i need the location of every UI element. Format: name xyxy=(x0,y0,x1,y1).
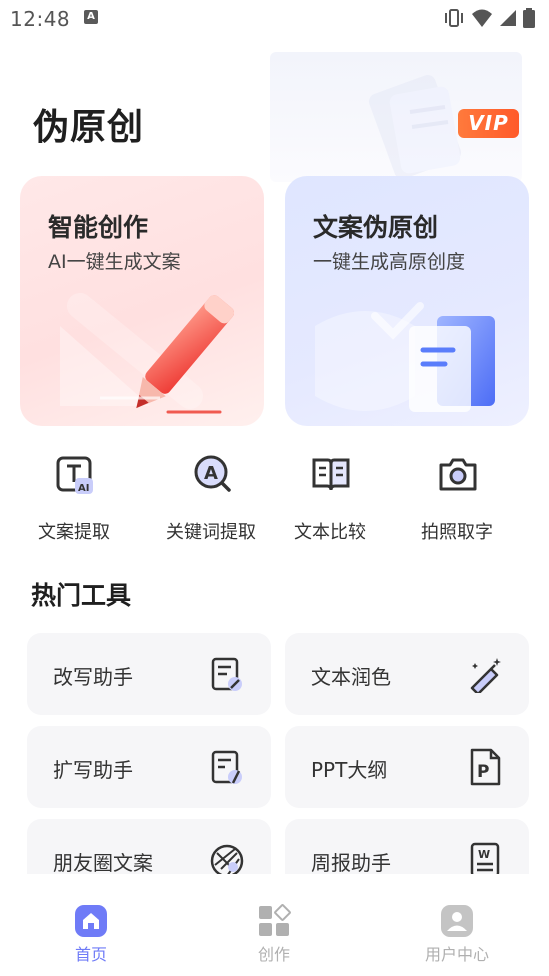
grid-icon xyxy=(259,904,291,936)
smart-create-card[interactable]: 智能创作 AI一键生成文案 xyxy=(20,176,264,426)
nav-create[interactable]: 创作 xyxy=(214,904,334,964)
quick-action-keyword[interactable]: A 关键词提取 xyxy=(146,452,276,547)
tool-label: 扩写助手 xyxy=(53,758,133,782)
vip-badge[interactable]: VIP xyxy=(458,109,519,138)
edit-note-icon xyxy=(211,657,242,691)
battery-icon xyxy=(523,8,535,28)
svg-text:W: W xyxy=(478,848,490,861)
nav-home-label: 首页 xyxy=(74,945,107,964)
keyword-search-icon: A xyxy=(194,455,231,492)
page-title: 伪原创 xyxy=(33,107,145,148)
svg-text:A: A xyxy=(204,463,218,484)
quick-action-label: 关键词提取 xyxy=(166,522,256,543)
rewrite-subtitle: 一键生成高原创度 xyxy=(313,251,466,273)
tool-rewrite-assistant[interactable]: 改写助手 xyxy=(27,633,271,715)
quick-action-compare[interactable]: 文本比较 xyxy=(265,452,395,547)
status-icons xyxy=(443,8,535,28)
tool-label: 文本润色 xyxy=(311,665,391,689)
home-icon xyxy=(75,905,107,937)
nav-create-label: 创作 xyxy=(257,945,290,964)
rewrite-title: 文案伪原创 xyxy=(313,213,439,242)
rewrite-card[interactable]: 文案伪原创 一键生成高原创度 xyxy=(285,176,529,426)
tool-label: 朋友圈文案 xyxy=(53,851,153,875)
smart-create-title: 智能创作 xyxy=(48,213,149,242)
quick-action-label: 拍照取字 xyxy=(421,522,493,543)
quick-action-label: 文案提取 xyxy=(38,522,110,543)
signal-icon xyxy=(500,10,516,26)
hot-tools-title: 热门工具 xyxy=(31,581,132,610)
wifi-icon xyxy=(472,9,492,27)
camera-icon xyxy=(439,458,477,491)
quick-action-text-extract[interactable]: AI 文案提取 xyxy=(9,452,139,547)
quick-action-label: 文本比较 xyxy=(294,522,366,543)
expand-note-icon xyxy=(211,750,242,784)
ppt-icon: P xyxy=(470,748,501,786)
bottom-nav: 首页 创作 用户中心 xyxy=(0,874,549,976)
tool-expand-assistant[interactable]: 扩写助手 xyxy=(27,726,271,808)
notification-a-icon: A xyxy=(84,10,98,24)
quick-action-photo-text[interactable]: 拍照取字 xyxy=(392,452,522,547)
svg-text:AI: AI xyxy=(78,483,89,494)
document-icon xyxy=(315,302,495,412)
tool-label: 周报助手 xyxy=(311,851,391,875)
book-compare-icon xyxy=(312,458,350,491)
nav-user-center-label: 用户中心 xyxy=(424,945,489,964)
tool-label: 改写助手 xyxy=(53,665,133,689)
status-bar: 12:48 A xyxy=(0,0,549,38)
user-icon xyxy=(441,905,473,937)
status-time: 12:48 xyxy=(10,7,71,31)
tool-text-polish[interactable]: 文本润色 xyxy=(285,633,529,715)
smart-create-subtitle: AI一键生成文案 xyxy=(48,251,181,273)
vibrate-icon xyxy=(445,9,463,27)
nav-user-center[interactable]: 用户中心 xyxy=(397,904,517,964)
svg-text:P: P xyxy=(477,762,489,782)
tool-ppt-outline[interactable]: PPT大纲 P xyxy=(285,726,529,808)
magic-pen-icon xyxy=(470,658,501,693)
text-ai-icon: AI xyxy=(56,456,93,494)
tool-label: PPT大纲 xyxy=(311,758,388,782)
pencil-icon xyxy=(60,293,235,414)
nav-home[interactable]: 首页 xyxy=(31,904,151,964)
